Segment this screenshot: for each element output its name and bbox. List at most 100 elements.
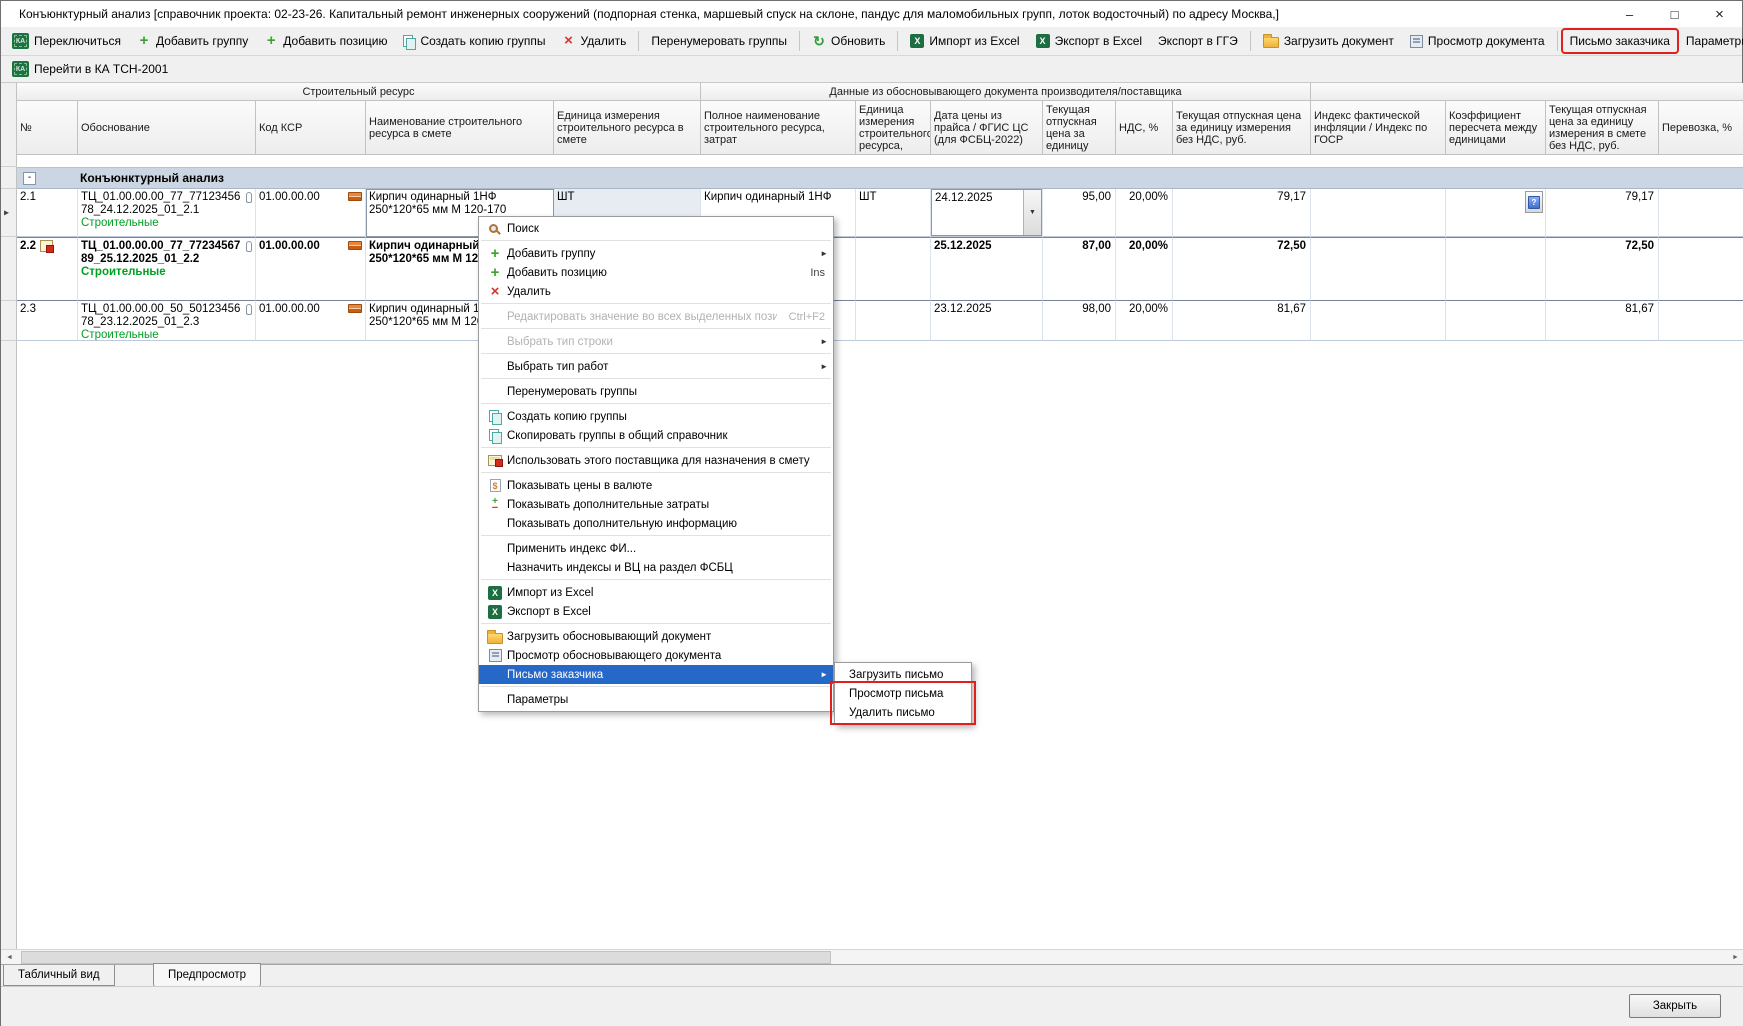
cell-full-unit[interactable] [856,237,931,301]
scrollbar-thumb[interactable] [21,951,831,964]
menu-separator [481,328,831,329]
close-window-button[interactable]: × [1697,1,1742,27]
menu-item-add-position[interactable]: + Добавить позицию Ins [479,263,833,282]
cell-basis[interactable]: ТЦ_01.00.00.00_50_5012345678_23.12.2025_… [78,301,256,341]
load-document-label: Загрузить документ [1284,34,1394,48]
menu-item-load-supporting-document[interactable]: Загрузить обосновывающий документ [479,627,833,646]
menu-item-import-excel[interactable]: X Импорт из Excel [479,583,833,602]
menu-separator [481,240,831,241]
cell-num[interactable]: 2.2 [17,237,78,301]
menu-item-show-additional-costs[interactable]: +− Показывать дополнительные затраты [479,495,833,514]
context-menu: Поиск + Добавить группу ► + Добавить поз… [478,216,834,712]
submenu-item-view-letter[interactable]: Просмотр письма [835,684,971,703]
cell-estimate-price[interactable]: 79,17 [1546,189,1659,237]
cell-price-date[interactable]: 24.12.2025 ▼ [931,189,1043,237]
menu-item-select-work-type[interactable]: Выбрать тип работ ► [479,357,833,376]
menu-item-use-supplier[interactable]: Использовать этого поставщика для назнач… [479,451,833,470]
cell-vat[interactable]: 20,00% [1116,237,1173,301]
menu-item-export-excel[interactable]: X Экспорт в Excel [479,602,833,621]
add-position-button[interactable]: + Добавить позицию [257,30,394,52]
scroll-left-button[interactable]: ◄ [3,951,16,964]
customer-letter-button[interactable]: Письмо заказчика [1563,30,1677,52]
load-document-button[interactable]: Загрузить документ [1256,30,1401,52]
coefficient-help-button[interactable]: ? [1525,191,1543,213]
add-group-button[interactable]: + Добавить группу [130,30,255,52]
cell-price[interactable]: 87,00 [1043,237,1116,301]
menu-separator [481,623,831,624]
renumber-label: Перенумеровать группы [651,34,787,48]
date-combobox[interactable]: 24.12.2025 ▼ [931,189,1042,236]
switch-button[interactable]: КА Переключиться [5,29,128,53]
cell-full-unit[interactable] [856,301,931,341]
menu-item-assign-indexes[interactable]: Назначить индексы и ВЦ на раздел ФСБЦ [479,558,833,577]
submenu-item-delete-letter[interactable]: Удалить письмо [835,703,971,722]
menu-item-show-additional-info[interactable]: Показывать дополнительную информацию [479,514,833,533]
menu-item-copy-group[interactable]: Создать копию группы [479,407,833,426]
cell-basis[interactable]: ТЦ_01.00.00.00_77_7723456789_25.12.2025_… [78,237,256,301]
menu-item-view-supporting-document[interactable]: Просмотр обосновывающего документа [479,646,833,665]
export-gge-button[interactable]: Экспорт в ГГЭ [1151,30,1245,52]
menu-separator [481,472,831,473]
import-excel-button[interactable]: X Импорт из Excel [903,30,1026,52]
minimize-button[interactable]: – [1607,1,1652,27]
scroll-right-button[interactable]: ► [1729,951,1742,964]
cell-price-date[interactable]: 23.12.2025 [931,301,1043,341]
menu-item-delete[interactable]: × Удалить [479,282,833,301]
collapse-group-button[interactable]: - [23,172,36,185]
cell-price-no-vat[interactable]: 72,50 [1173,237,1311,301]
cell-num[interactable]: 2.3 [17,301,78,341]
cell-unit-coefficient[interactable] [1446,237,1546,301]
view-document-button[interactable]: Просмотр документа [1403,30,1552,52]
horizontal-scrollbar[interactable]: ◄ ► [1,949,1743,964]
cell-inflation-index[interactable] [1311,237,1446,301]
cell-estimate-price[interactable]: 81,67 [1546,301,1659,341]
cell-price[interactable]: 98,00 [1043,301,1116,341]
menu-item-copy-groups-to-dictionary[interactable]: Скопировать группы в общий справочник [479,426,833,445]
tab-table-view[interactable]: Табличный вид [3,965,115,986]
menu-item-renumber-groups[interactable]: Перенумеровать группы [479,382,833,401]
cell-vat[interactable]: 20,00% [1116,189,1173,237]
menu-item-search[interactable]: Поиск [479,219,833,238]
cell-ksr-code[interactable]: 01.00.00.00 [256,189,366,237]
cell-unit-coefficient[interactable]: ? [1446,189,1546,237]
cell-ksr-code[interactable]: 01.00.00.00 [256,237,366,301]
app-window: Конъюнктурный анализ [справочник проекта… [0,0,1743,1026]
cell-inflation-index[interactable] [1311,189,1446,237]
toolbar-separator [897,31,898,51]
combobox-dropdown-button[interactable]: ▼ [1023,190,1041,235]
close-button[interactable]: Закрыть [1629,994,1721,1018]
delete-button[interactable]: × Удалить [555,30,634,52]
cell-price-date[interactable]: 25.12.2025 [931,237,1043,301]
cell-basis[interactable]: ТЦ_01.00.00.00_77_7712345678_24.12.2025_… [78,189,256,237]
cell-price-no-vat[interactable]: 81,67 [1173,301,1311,341]
group-header-resource: Строительный ресурс [17,83,701,101]
menu-item-customer-letter[interactable]: Письмо заказчика ► [479,665,833,684]
cell-price[interactable]: 95,00 [1043,189,1116,237]
cell-transport[interactable] [1659,189,1743,237]
cell-inflation-index[interactable] [1311,301,1446,341]
toolbar-separator [1250,31,1251,51]
cell-unit-coefficient[interactable] [1446,301,1546,341]
cell-price-no-vat[interactable]: 79,17 [1173,189,1311,237]
renumber-groups-button[interactable]: Перенумеровать группы [644,30,794,52]
tab-preview[interactable]: Предпросмотр [153,963,261,987]
goto-ka-tsn-button[interactable]: КА Перейти в КА ТСН-2001 [5,57,175,81]
cell-estimate-price[interactable]: 72,50 [1546,237,1659,301]
menu-item-add-group[interactable]: + Добавить группу ► [479,244,833,263]
brick-icon [348,192,362,201]
menu-item-show-currency-prices[interactable]: $ Показывать цены в валюте [479,476,833,495]
cell-vat[interactable]: 20,00% [1116,301,1173,341]
maximize-button[interactable]: □ [1652,1,1697,27]
refresh-button[interactable]: ↻ Обновить [805,29,892,54]
cell-transport[interactable] [1659,301,1743,341]
copy-group-button[interactable]: Создать копию группы [396,30,552,52]
cell-transport[interactable] [1659,237,1743,301]
menu-item-apply-fi-index[interactable]: Применить индекс ФИ... [479,539,833,558]
parameters-button[interactable]: Параметры [1679,30,1743,52]
cell-full-unit[interactable]: ШТ [856,189,931,237]
export-excel-button[interactable]: X Экспорт в Excel [1029,30,1149,52]
submenu-item-load-letter[interactable]: Загрузить письмо [835,665,971,684]
cell-ksr-code[interactable]: 01.00.00.00 [256,301,366,341]
menu-item-parameters[interactable]: Параметры [479,690,833,709]
cell-num[interactable]: 2.1 [17,189,78,237]
